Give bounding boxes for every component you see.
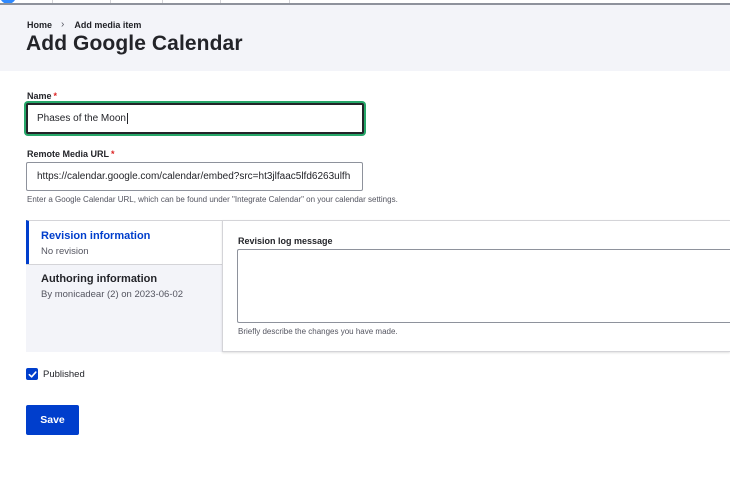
page-title: Add Google Calendar [26, 32, 243, 55]
text-caret [126, 113, 128, 124]
name-input[interactable]: Phases of the Moon [26, 103, 364, 134]
save-button[interactable]: Save [26, 405, 79, 435]
remote-url-value: https://calendar.google.com/calendar/emb… [37, 171, 351, 182]
page-header: Home › Add media item Add Google Calenda… [0, 5, 730, 71]
remote-url-input[interactable]: https://calendar.google.com/calendar/emb… [26, 162, 363, 191]
remote-url-label-text: Remote Media URL [27, 149, 110, 159]
published-label[interactable]: Published [43, 369, 85, 380]
name-label: Name * [27, 91, 57, 101]
tab-title: Authoring information [41, 273, 158, 285]
tab-summary: No revision [41, 246, 89, 257]
revision-log-label: Revision log message [238, 236, 333, 246]
checkmark-icon [28, 370, 37, 378]
tab-authoring-information[interactable]: Authoring information By monicadear (2) … [26, 264, 223, 352]
vertical-tabs: Revision information No revision Authori… [26, 220, 730, 352]
tab-revision-information[interactable]: Revision information No revision [26, 220, 223, 264]
revision-panel: Revision log message Briefly describe th… [222, 220, 730, 352]
vertical-tabs-menu: Revision information No revision Authori… [26, 220, 223, 352]
remote-url-label: Remote Media URL * [27, 149, 115, 159]
required-mark: * [111, 149, 115, 159]
remote-url-help: Enter a Google Calendar URL, which can b… [27, 195, 398, 204]
name-label-text: Name [27, 91, 52, 101]
chevron-right-icon: › [61, 19, 65, 30]
breadcrumb: Home › Add media item [27, 19, 141, 30]
breadcrumb-add-media-link[interactable]: Add media item [74, 20, 141, 30]
revision-log-textarea[interactable] [237, 249, 730, 323]
tab-summary: By monicadear (2) on 2023-06-02 [41, 289, 184, 300]
required-mark: * [53, 91, 58, 101]
revision-log-help: Briefly describe the changes you have ma… [238, 327, 398, 336]
published-checkbox[interactable] [26, 368, 38, 380]
name-input-value: Phases of the Moon [37, 113, 126, 124]
tab-title: Revision information [41, 230, 151, 242]
breadcrumb-home-link[interactable]: Home [27, 20, 52, 30]
